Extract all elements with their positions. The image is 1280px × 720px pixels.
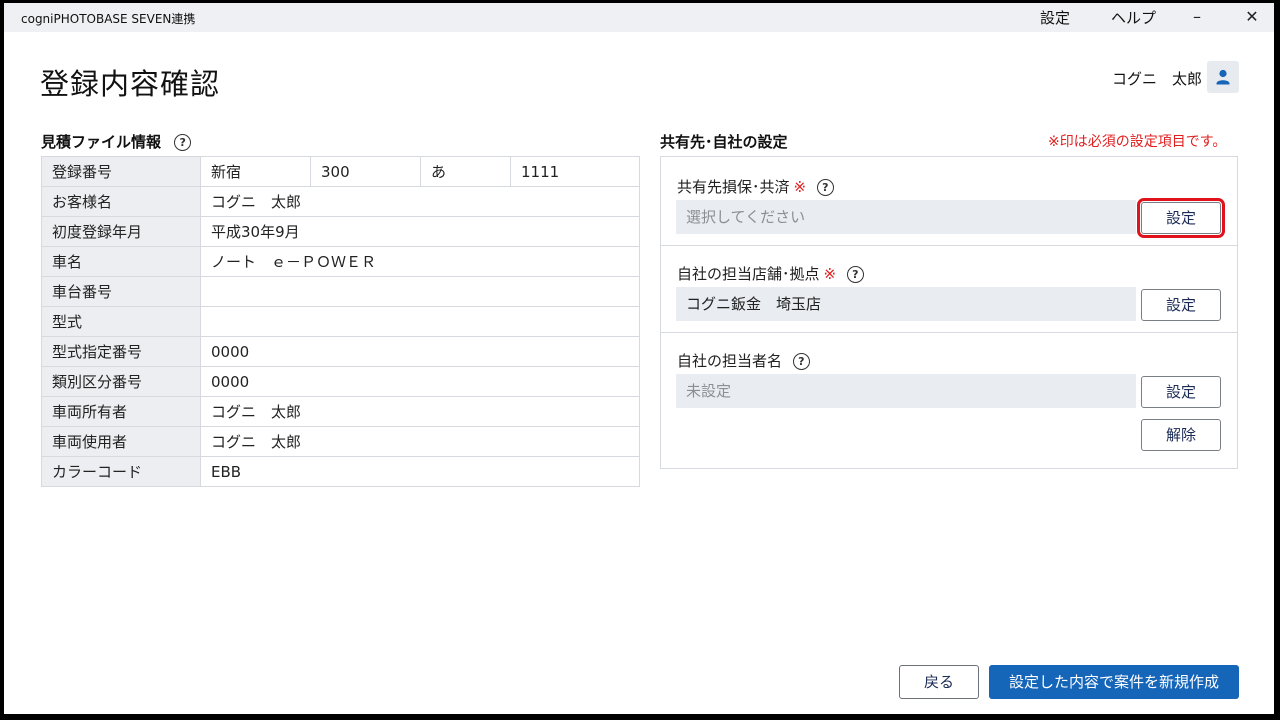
insurer-set-button[interactable]: 設定 [1137,198,1225,238]
row-value [200,306,640,337]
insurer-label-text: 共有先損保･共済 [677,178,790,196]
required-mark: ※ [793,178,807,196]
divider [661,332,1237,333]
row-label: 型式指定番号 [41,336,201,367]
help-icon[interactable]: ? [792,353,810,370]
table-row: 車台番号 [41,276,640,307]
required-note: ※印は必須の設定項目です。 [1048,134,1227,150]
table-row: 初度登録年月 平成30年9月 [41,216,640,247]
title-bar: cogniPHOTOBASE SEVEN連携 設定 ヘルプ – ✕ [4,3,1274,32]
app-window: cogniPHOTOBASE SEVEN連携 設定 ヘルプ – ✕ 登録内容確認… [4,3,1274,714]
table-row: カラーコード EBB [41,456,640,487]
app-title: cogniPHOTOBASE SEVEN連携 [21,12,196,26]
help-icon[interactable]: ? [174,134,192,151]
row-label: 類別区分番号 [41,366,201,397]
row-label: 車両使用者 [41,426,201,457]
staff-label: 自社の担当者名 ? [677,350,810,371]
staff-clear-button[interactable]: 解除 [1141,419,1221,451]
create-case-button[interactable]: 設定した内容で案件を新規作成 [989,665,1239,699]
reg-number-kana: あ [420,156,511,187]
page-title: 登録内容確認 [40,67,221,101]
row-label: お客様名 [41,186,201,217]
row-label: 型式 [41,306,201,337]
minimize-button[interactable]: – [1182,6,1212,28]
table-row: 類別区分番号 0000 [41,366,640,397]
reg-number-area: 新宿 [200,156,311,187]
row-label: 車名 [41,246,201,277]
table-row: 車両使用者 コグニ 太郎 [41,426,640,457]
required-mark: ※ [823,265,837,283]
close-button[interactable]: ✕ [1237,6,1267,28]
share-settings-panel: 共有先損保･共済 ※ ? 選択してください 設定 自社の担当店舗･拠点 ※ ? コグ… [660,156,1238,469]
menu-settings[interactable]: 設定 [1040,7,1070,28]
reg-number-serial: 1111 [510,156,640,187]
table-row: お客様名 コグニ 太郎 [41,186,640,217]
estimate-info-title-text: 見積ファイル情報 [41,133,162,151]
estimate-info-table: 登録番号 新宿 300 あ 1111 お客様名 コグニ 太郎 初度登録年月 平成… [41,156,640,487]
row-value: ノート ｅ－ＰＯＷＥＲ [200,246,640,277]
row-value: コグニ 太郎 [200,426,640,457]
row-value: 0000 [200,366,640,397]
user-avatar-button[interactable] [1207,61,1239,93]
row-value: コグニ 太郎 [200,396,640,427]
reg-number-class: 300 [310,156,421,187]
table-row: 登録番号 新宿 300 あ 1111 [41,156,640,187]
branch-label-text: 自社の担当店舗･拠点 [677,265,820,283]
row-value: コグニ 太郎 [200,186,640,217]
insurer-label: 共有先損保･共済 ※ ? [677,176,834,197]
table-row: 車両所有者 コグニ 太郎 [41,396,640,427]
staff-field[interactable]: 未設定 [676,374,1136,408]
row-value: 平成30年9月 [200,216,640,247]
row-label: カラーコード [41,456,201,487]
menu-help[interactable]: ヘルプ [1111,7,1156,28]
row-label: 車両所有者 [41,396,201,427]
insurer-field[interactable]: 選択してください [676,200,1136,234]
help-icon[interactable]: ? [846,266,864,283]
share-settings-title: 共有先･自社の設定 [660,133,788,151]
table-row: 型式指定番号 0000 [41,336,640,367]
divider [661,245,1237,246]
staff-set-button[interactable]: 設定 [1141,376,1221,408]
row-value: 0000 [200,336,640,367]
branch-field[interactable]: コグニ鈑金 埼玉店 [676,287,1136,321]
back-button[interactable]: 戻る [899,665,979,699]
branch-label: 自社の担当店舗･拠点 ※ ? [677,263,864,284]
estimate-info-title: 見積ファイル情報 ? [41,131,192,152]
row-value [200,276,640,307]
table-row: 車名 ノート ｅ－ＰＯＷＥＲ [41,246,640,277]
branch-set-button[interactable]: 設定 [1141,289,1221,321]
staff-label-text: 自社の担当者名 [677,352,783,370]
row-label: 初度登録年月 [41,216,201,247]
help-icon[interactable]: ? [816,179,834,196]
row-label: 車台番号 [41,276,201,307]
row-label: 登録番号 [41,156,201,187]
row-value: EBB [200,456,640,487]
person-icon [1216,69,1230,85]
user-name: コグニ 太郎 [1112,70,1203,88]
table-row: 型式 [41,306,640,337]
